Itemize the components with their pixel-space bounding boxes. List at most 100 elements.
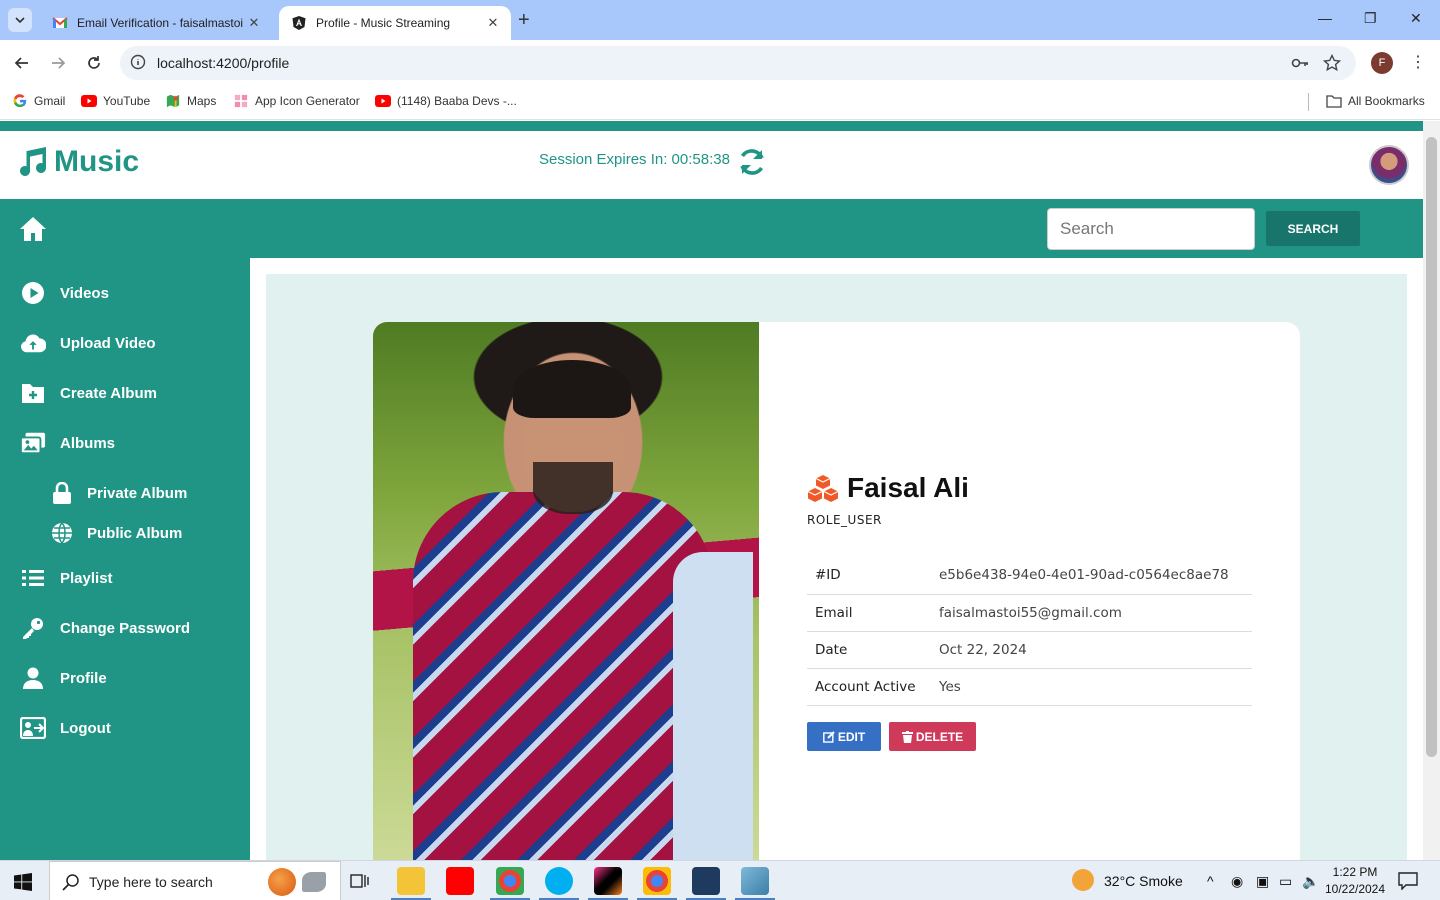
site-info-icon[interactable] xyxy=(130,54,146,70)
sidebar-item-public-album[interactable]: Public Album xyxy=(0,513,250,553)
all-bookmarks[interactable]: All Bookmarks xyxy=(1326,94,1425,108)
file-explorer-icon[interactable] xyxy=(397,867,425,895)
table-row: Date Oct 22, 2024 xyxy=(807,631,1252,669)
sidebar-item-videos[interactable]: Videos xyxy=(0,273,250,313)
sidebar-item-upload-video[interactable]: Upload Video xyxy=(0,323,250,363)
tray-record-icon[interactable]: ◉ xyxy=(1231,873,1243,890)
gmail-icon xyxy=(52,17,68,28)
folder-plus-icon xyxy=(20,380,46,406)
bookmark-maps[interactable]: Maps xyxy=(165,94,216,108)
main-content: Faisal Ali ROLE_USER #ID e5b6e438-94e0-4… xyxy=(266,274,1407,860)
network-icon[interactable]: ▭ xyxy=(1279,873,1292,890)
bookmark-label: YouTube xyxy=(103,94,151,108)
taskbar-search-box[interactable]: Type here to search xyxy=(49,861,341,900)
scrollbar-thumb[interactable] xyxy=(1426,137,1437,757)
reload-icon[interactable] xyxy=(83,52,105,74)
sidebar-item-label: Playlist xyxy=(60,569,113,587)
sidebar-item-label: Public Album xyxy=(87,524,183,542)
bookmark-star-icon[interactable] xyxy=(1323,54,1341,72)
home-icon[interactable] xyxy=(19,216,47,242)
volume-icon[interactable]: 🔈 xyxy=(1302,873,1319,890)
sidebar-item-label: Create Album xyxy=(60,384,157,402)
sidebar-item-albums[interactable]: Albums xyxy=(0,423,250,463)
cloud-upload-icon xyxy=(20,330,46,356)
top-accent-bar xyxy=(0,121,1423,131)
all-bookmarks-label: All Bookmarks xyxy=(1348,94,1425,108)
sidebar-item-label: Private Album xyxy=(87,484,188,502)
list-icon xyxy=(20,565,46,591)
google-icon xyxy=(13,94,27,108)
profile-role: ROLE_USER xyxy=(807,513,882,527)
url-text: localhost:4200/profile xyxy=(157,55,290,71)
page-scrollbar[interactable] xyxy=(1423,121,1440,860)
forward-icon[interactable] xyxy=(47,52,69,74)
browser-profile-avatar[interactable]: F xyxy=(1371,52,1393,74)
main-navbar: SEARCH xyxy=(0,199,1423,258)
weather-text[interactable]: 32°C Smoke xyxy=(1104,873,1183,889)
sidebar: Videos Upload Video Create Album Albums … xyxy=(0,258,250,860)
task-view-icon[interactable] xyxy=(350,872,370,890)
play-circle-icon xyxy=(20,280,46,306)
tab-email-verification[interactable]: Email Verification - faisalmastoi ✕ xyxy=(40,6,272,40)
close-tab-icon[interactable]: ✕ xyxy=(485,15,501,31)
sidebar-item-label: Logout xyxy=(60,719,111,737)
notifications-icon[interactable] xyxy=(1398,872,1418,890)
brand-logo[interactable]: Music xyxy=(16,145,139,179)
edit-button[interactable]: EDIT xyxy=(807,722,881,751)
delete-button[interactable]: DELETE xyxy=(889,722,976,751)
mysql-workbench-icon[interactable] xyxy=(692,867,720,895)
sidebar-item-logout[interactable]: Logout xyxy=(0,708,250,748)
chrome-profile-icon[interactable] xyxy=(643,867,671,895)
minimize-icon[interactable]: — xyxy=(1318,10,1332,26)
close-tab-icon[interactable]: ✕ xyxy=(246,15,262,31)
youtube-icon[interactable] xyxy=(446,867,474,895)
sidebar-item-create-album[interactable]: Create Album xyxy=(0,373,250,413)
intellij-icon[interactable] xyxy=(594,867,622,895)
tray-chevron-icon[interactable]: ^ xyxy=(1207,873,1214,889)
back-icon[interactable] xyxy=(11,52,33,74)
window-close-icon[interactable]: ✕ xyxy=(1410,10,1422,27)
weather-icon[interactable] xyxy=(1072,869,1094,891)
bookmark-baaba-devs[interactable]: (1148) Baaba Devs -... xyxy=(375,94,517,108)
chrome-icon[interactable] xyxy=(496,867,524,895)
sidebar-item-change-password[interactable]: Change Password xyxy=(0,608,250,648)
user-avatar[interactable] xyxy=(1369,145,1409,185)
photo-beard xyxy=(533,462,613,514)
sidebar-item-playlist[interactable]: Playlist xyxy=(0,558,250,598)
refresh-icon[interactable] xyxy=(737,147,767,177)
tab-profile[interactable]: Profile - Music Streaming ✕ xyxy=(279,6,511,40)
windows-start-icon[interactable] xyxy=(14,873,32,891)
angular-icon xyxy=(292,16,306,30)
photo-shawl xyxy=(413,492,713,860)
detail-value: Oct 22, 2024 xyxy=(931,631,1252,669)
folder-icon xyxy=(1326,95,1342,108)
sidebar-item-profile[interactable]: Profile xyxy=(0,658,250,698)
restore-icon[interactable]: ❐ xyxy=(1364,10,1377,27)
detail-value: e5b6e438-94e0-4e01-90ad-c0564ec8ae78 xyxy=(931,557,1252,595)
images-icon xyxy=(20,430,46,456)
tray-meet-icon[interactable]: ▣ xyxy=(1256,873,1269,890)
sidebar-item-label: Albums xyxy=(60,434,116,452)
bookmark-youtube[interactable]: YouTube xyxy=(81,94,150,108)
edit-label: EDIT xyxy=(837,729,866,744)
bookmark-gmail[interactable]: Gmail xyxy=(12,94,65,108)
taskbar-clock[interactable]: 1:22 PM 10/22/2024 xyxy=(1322,864,1388,898)
app-icon[interactable] xyxy=(741,867,769,895)
profile-name-row: Faisal Ali xyxy=(807,472,969,504)
search-button[interactable]: SEARCH xyxy=(1266,211,1360,246)
search-input[interactable] xyxy=(1047,208,1255,250)
detail-key: Date xyxy=(807,631,931,669)
table-row: Account Active Yes xyxy=(807,668,1252,706)
profile-photo xyxy=(373,322,759,860)
browser-menu-icon[interactable]: ⋮ xyxy=(1410,52,1426,72)
password-key-icon[interactable] xyxy=(1290,54,1310,72)
bookmark-label: App Icon Generator xyxy=(255,94,360,108)
sidebar-item-label: Change Password xyxy=(60,619,191,637)
sidebar-item-private-album[interactable]: Private Album xyxy=(0,473,250,513)
address-bar[interactable]: localhost:4200/profile xyxy=(120,46,1356,80)
skype-icon[interactable] xyxy=(545,867,573,895)
new-tab-icon[interactable]: + xyxy=(518,9,530,32)
bookmark-app-icon-generator[interactable]: App Icon Generator xyxy=(233,94,360,108)
profile-details-table: #ID e5b6e438-94e0-4e01-90ad-c0564ec8ae78… xyxy=(807,557,1252,706)
tab-search-button[interactable] xyxy=(8,8,32,32)
